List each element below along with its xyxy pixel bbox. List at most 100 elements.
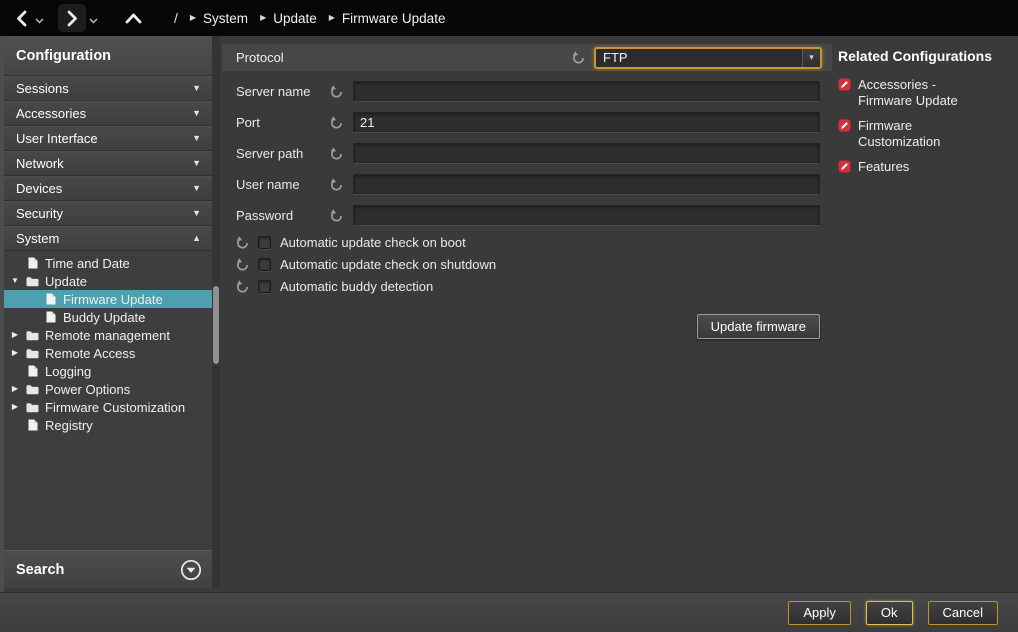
back-history-dropdown[interactable] <box>32 5 46 31</box>
edit-icon <box>838 119 851 150</box>
update-firmware-button[interactable]: Update firmware <box>697 314 820 339</box>
forward-button[interactable] <box>58 4 86 32</box>
category-label: Devices <box>16 181 62 196</box>
chevron-down-small-icon <box>89 18 98 24</box>
expander-closed-icon[interactable]: ▶ <box>10 403 20 411</box>
chevron-down-icon: ▼ <box>192 184 201 193</box>
reset-parameter-icon[interactable] <box>236 236 249 249</box>
protocol-row: Protocol FTP ▾ <box>222 44 832 71</box>
checkbox-automatic-update-check-on-shutdown[interactable] <box>258 258 271 271</box>
file-icon <box>26 365 39 377</box>
reset-parameter-icon[interactable] <box>330 209 343 222</box>
sidebar-category-security[interactable]: Security ▼ <box>4 201 212 226</box>
breadcrumb-root: / <box>174 10 178 26</box>
cancel-button[interactable]: Cancel <box>928 601 998 625</box>
sidebar-category-accessories[interactable]: Accessories ▼ <box>4 101 212 126</box>
folder-icon <box>26 348 39 359</box>
port-input[interactable] <box>353 112 820 133</box>
server-name-input[interactable] <box>353 81 820 102</box>
sidebar-scrollbar[interactable] <box>212 36 220 588</box>
checkbox-automatic-update-check-on-boot[interactable] <box>258 236 271 249</box>
checkbox-label: Automatic buddy detection <box>280 279 433 294</box>
tree-item-firmware-update[interactable]: Firmware Update <box>4 290 212 308</box>
user-name-input[interactable] <box>353 174 820 195</box>
related-link-firmware-customization[interactable]: Firmware Customization <box>838 118 1014 150</box>
reset-parameter-icon[interactable] <box>330 147 343 160</box>
file-icon <box>26 257 39 269</box>
related-configurations-list: Accessories - Firmware Update Firmware C… <box>838 77 1014 175</box>
sidebar-category-system[interactable]: System ▲ <box>4 226 212 251</box>
tree-item-label: Registry <box>45 418 93 433</box>
folder-icon <box>26 402 39 413</box>
breadcrumb-item-firmware-update[interactable]: ▶ Firmware Update <box>329 11 446 26</box>
field-label: Server path <box>236 146 330 161</box>
breadcrumb-separator-icon: ▶ <box>260 14 266 22</box>
tree-item-label: Time and Date <box>45 256 130 271</box>
reset-parameter-icon[interactable] <box>236 258 249 271</box>
category-label: System <box>16 231 59 246</box>
up-button[interactable] <box>120 5 146 31</box>
expander-closed-icon[interactable]: ▶ <box>10 385 20 393</box>
folder-icon <box>26 384 39 395</box>
tree-item-label: Firmware Customization <box>45 400 185 415</box>
expander-closed-icon[interactable]: ▶ <box>10 349 20 357</box>
sidebar-header: Configuration <box>4 36 212 76</box>
field-row-server-path: Server path <box>222 138 832 169</box>
expander-closed-icon[interactable]: ▶ <box>10 331 20 339</box>
checkbox-label: Automatic update check on boot <box>280 235 466 250</box>
tree-item-firmware-customization[interactable]: ▶ Firmware Customization <box>4 398 212 416</box>
category-label: Security <box>16 206 63 221</box>
scrollbar-thumb[interactable] <box>213 286 219 364</box>
checkbox-automatic-buddy-detection[interactable] <box>258 280 271 293</box>
tree-item-logging[interactable]: Logging <box>4 362 212 380</box>
reset-parameter-icon[interactable] <box>330 116 343 129</box>
tree-item-label: Buddy Update <box>63 310 145 325</box>
search-expand-button[interactable] <box>180 559 202 581</box>
breadcrumb-separator-icon: ▶ <box>329 14 335 22</box>
dropdown-arrow-icon[interactable]: ▾ <box>802 49 820 67</box>
chevron-down-icon: ▼ <box>192 109 201 118</box>
tree-item-label: Remote management <box>45 328 170 343</box>
expander-open-icon[interactable]: ▼ <box>10 277 20 285</box>
password-input[interactable] <box>353 205 820 226</box>
checkbox-label: Automatic update check on shutdown <box>280 257 496 272</box>
reset-parameter-icon[interactable] <box>236 280 249 293</box>
protocol-select[interactable]: FTP ▾ <box>594 47 822 69</box>
tree-item-buddy-update[interactable]: Buddy Update <box>4 308 212 326</box>
file-icon <box>26 419 39 431</box>
related-configurations-panel: Related Configurations Accessories - Fir… <box>838 36 1014 175</box>
chevron-down-icon: ▼ <box>192 159 201 168</box>
tree-item-remote-management[interactable]: ▶ Remote management <box>4 326 212 344</box>
field-label: Password <box>236 208 330 223</box>
apply-button[interactable]: Apply <box>788 601 851 625</box>
reset-parameter-icon[interactable] <box>330 178 343 191</box>
breadcrumb-item-system[interactable]: ▶ System <box>190 11 248 26</box>
tree-item-remote-access[interactable]: ▶ Remote Access <box>4 344 212 362</box>
related-link-features[interactable]: Features <box>838 159 1014 175</box>
sidebar-category-user-interface[interactable]: User Interface ▼ <box>4 126 212 151</box>
sidebar-category-sessions[interactable]: Sessions ▼ <box>4 76 212 101</box>
tree-item-registry[interactable]: Registry <box>4 416 212 434</box>
field-row-port: Port <box>222 107 832 138</box>
protocol-selected-value: FTP <box>596 50 802 65</box>
sidebar-category-devices[interactable]: Devices ▼ <box>4 176 212 201</box>
sidebar-category-network[interactable]: Network ▼ <box>4 151 212 176</box>
ok-button[interactable]: Ok <box>866 601 913 625</box>
chevron-down-icon: ▼ <box>192 209 201 218</box>
reset-parameter-icon[interactable] <box>572 51 585 64</box>
back-button[interactable] <box>10 5 32 31</box>
reset-parameter-icon[interactable] <box>330 85 343 98</box>
category-label: User Interface <box>16 131 98 146</box>
server-path-input[interactable] <box>353 143 820 164</box>
tree-item-update[interactable]: ▼ Update <box>4 272 212 290</box>
related-link-accessories-firmware-update[interactable]: Accessories - Firmware Update <box>838 77 1014 109</box>
chevron-down-icon: ▼ <box>192 134 201 143</box>
breadcrumb-item-update[interactable]: ▶ Update <box>260 11 317 26</box>
folder-icon <box>26 330 39 341</box>
forward-history-dropdown[interactable] <box>86 5 100 31</box>
protocol-label: Protocol <box>236 50 572 65</box>
field-label: Port <box>236 115 330 130</box>
tree-item-time-and-date[interactable]: Time and Date <box>4 254 212 272</box>
tree-item-power-options[interactable]: ▶ Power Options <box>4 380 212 398</box>
tree-item-label: Remote Access <box>45 346 135 361</box>
